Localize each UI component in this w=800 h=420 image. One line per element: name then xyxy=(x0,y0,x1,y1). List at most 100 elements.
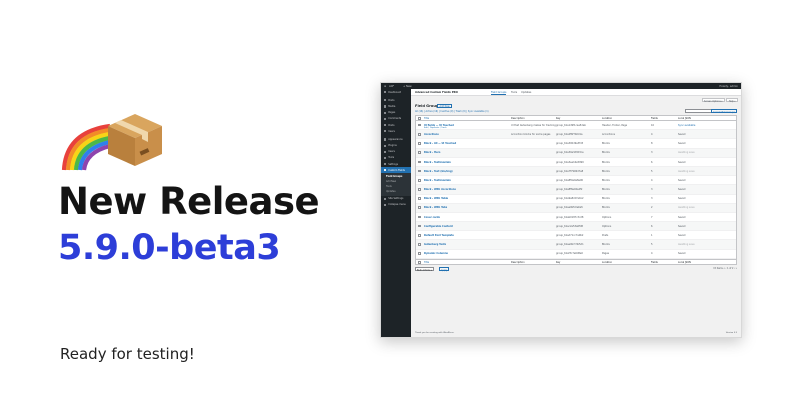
row-location: Header, Footer, Page xyxy=(602,123,628,127)
row-location: Blocks xyxy=(602,243,610,247)
admin-bar-user[interactable]: Howdy, admin xyxy=(719,85,738,88)
apply-button[interactable]: Apply xyxy=(439,267,450,272)
row-title[interactable]: Dynamic Columns xyxy=(424,252,448,255)
row-checkbox[interactable] xyxy=(418,151,421,154)
row-fields-count: 6 xyxy=(651,224,653,228)
row-title[interactable]: Accordions xyxy=(424,133,439,136)
table-row[interactable]: Block - With Accordions group_61a8f8e94a4… xyxy=(416,185,736,195)
table-row[interactable]: Block - Testimonials group_61a3ee16e5999 B… xyxy=(416,158,736,167)
table-row[interactable]: Configurable Content group_61ac2e53a6fd8 O… xyxy=(416,222,736,232)
row-checkbox[interactable] xyxy=(418,206,421,210)
comments-icon xyxy=(384,117,387,120)
select-all-checkbox[interactable] xyxy=(418,117,421,120)
pagination[interactable]: 15 items « ‹ 1 of 2 › » xyxy=(713,267,737,270)
wordpress-logo-icon[interactable]: ⊛ xyxy=(384,85,386,88)
tab-tools[interactable]: Tools xyxy=(511,91,517,94)
table-row[interactable]: Block - All — UI Touched group_61a300d9e3… xyxy=(416,139,736,149)
row-location: Blocks xyxy=(602,151,610,155)
row-local-json: Saved xyxy=(678,234,686,238)
row-title[interactable]: Block - With Tabs xyxy=(424,206,447,209)
row-title[interactable]: Block - Hero xyxy=(424,151,440,154)
table-row[interactable]: Block - Text (bio/img) group_61a7f7996d7a… xyxy=(416,166,736,177)
column-title-footer[interactable]: Title xyxy=(424,261,429,264)
row-fields-count: 10 xyxy=(651,123,655,127)
row-title[interactable]: Block - Testimonials xyxy=(424,179,451,182)
table-row[interactable]: Block - Testimonials group_61a8f0a0a8e90 B… xyxy=(416,176,736,186)
appearance-icon xyxy=(384,138,387,141)
row-title[interactable]: Configurable Content xyxy=(424,225,453,228)
column-title[interactable]: Title xyxy=(424,117,429,120)
status-filter-links[interactable]: All (16) | Active (16) | Inactive (0) | … xyxy=(415,110,489,113)
row-key: group_61ac2e53a6fd8 xyxy=(556,224,583,228)
row-key: group_61a8f0a0a8e90 xyxy=(556,178,584,182)
admin-bar-new[interactable]: + New xyxy=(403,85,412,88)
row-checkbox[interactable] xyxy=(418,132,421,136)
plugins-icon xyxy=(384,144,387,147)
search-input[interactable] xyxy=(685,109,713,113)
table-row[interactable]: Block - Hero group_61a30e3d8d3ce Blocks 3 Aw… xyxy=(416,148,736,158)
admin-bar-site[interactable]: ACF xyxy=(389,85,394,88)
column-fields: Fields xyxy=(651,117,658,121)
row-checkbox[interactable] xyxy=(418,215,421,219)
row-checkbox[interactable] xyxy=(418,197,421,200)
row-key: group_61a3ee16e5999 xyxy=(556,160,584,164)
posts-icon xyxy=(384,99,387,102)
row-location: Blocks xyxy=(602,160,610,164)
table-row[interactable]: Gutenberg Tests group_61ae0b7c3b5d1 Blocks… xyxy=(416,240,736,250)
submenu-updates[interactable]: Updates xyxy=(381,189,411,194)
row-fields-count: 2 xyxy=(651,206,653,210)
table-row[interactable]: Default Post Template group_61ad71cc7a9b2… xyxy=(416,231,736,241)
row-checkbox[interactable] xyxy=(418,160,421,164)
row-title[interactable]: Block - With Table xyxy=(424,197,448,200)
release-emoji xyxy=(58,112,168,171)
add-new-button[interactable]: Add New xyxy=(437,103,453,108)
table-row[interactable]: Dynamic Columns group_61af3c7e6d8e0 Pages 4… xyxy=(416,250,736,259)
row-key: group_61a2f6f7b0d1a xyxy=(556,132,583,136)
row-checkbox[interactable] xyxy=(418,224,421,228)
row-title[interactable]: Block - Testimonials xyxy=(424,161,451,164)
table-row[interactable]: Accordions Accordion blocks for some page… xyxy=(416,130,736,140)
help-button[interactable]: Help ▾ xyxy=(726,98,738,103)
row-checkbox[interactable] xyxy=(418,169,421,173)
row-checkbox[interactable] xyxy=(418,243,421,246)
table-row[interactable]: Cover cards group_61ab0187c3c28 Options 7 Sa… xyxy=(416,213,736,223)
sidebar-item-dashboard[interactable]: Dashboard xyxy=(381,89,411,95)
row-title[interactable]: Cover cards xyxy=(424,216,440,219)
row-title[interactable]: Block - With Accordions xyxy=(424,188,456,191)
tab-updates[interactable]: Updates xyxy=(521,91,531,94)
settings-icon xyxy=(384,197,387,200)
bulk-actions-select[interactable]: Bulk Actions ▾ xyxy=(415,267,435,272)
row-location: Blocks xyxy=(602,206,610,210)
row-location: Blocks xyxy=(602,188,610,192)
row-checkbox[interactable] xyxy=(418,178,421,182)
search-button[interactable]: Search Field Groups xyxy=(711,109,737,114)
row-actions[interactable]: Edit | Duplicate | Trash xyxy=(424,127,447,129)
acf-title: Advanced Custom Fields PRO xyxy=(415,91,458,94)
table-row[interactable]: Block - With Tabs group_61aa0bfc0e6a5 Bloc… xyxy=(416,203,736,213)
sidebar-item-users-cpt[interactable]: Users xyxy=(381,128,411,134)
tab-field-groups[interactable]: Field Groups xyxy=(491,91,507,95)
row-checkbox[interactable] xyxy=(418,142,421,145)
row-checkbox[interactable] xyxy=(418,234,421,237)
row-checkbox[interactable] xyxy=(418,123,421,127)
row-title[interactable]: Block - Text (bio/img) xyxy=(424,170,453,173)
table-row[interactable]: Block - With Table group_61a9a8c67a1b2 Blo… xyxy=(416,195,736,204)
row-local-json: Saved xyxy=(678,132,686,136)
package-box-icon xyxy=(108,114,162,166)
row-fields-count: 5 xyxy=(651,243,653,247)
row-checkbox[interactable] xyxy=(418,252,421,256)
row-title[interactable]: Block - All — UI Touched xyxy=(424,142,456,145)
row-local-json: Awaiting save xyxy=(678,206,695,210)
screen-options-button[interactable]: Screen Options ▾ xyxy=(701,98,725,103)
column-location: Location xyxy=(602,117,613,121)
row-title[interactable]: Default Post Template xyxy=(424,234,454,237)
select-all-checkbox-footer[interactable] xyxy=(418,261,421,264)
table-row[interactable]: UI fields — UI Touched UI that Gutenberg … xyxy=(416,121,736,131)
row-location: Accordions xyxy=(602,132,616,136)
row-location: Posts xyxy=(602,234,609,238)
sidebar-collapse[interactable]: Collapse menu xyxy=(381,202,411,208)
row-location: Blocks xyxy=(602,178,610,182)
row-title[interactable]: Gutenberg Tests xyxy=(424,243,446,246)
row-checkbox[interactable] xyxy=(418,188,421,191)
row-location: Options xyxy=(602,215,612,219)
